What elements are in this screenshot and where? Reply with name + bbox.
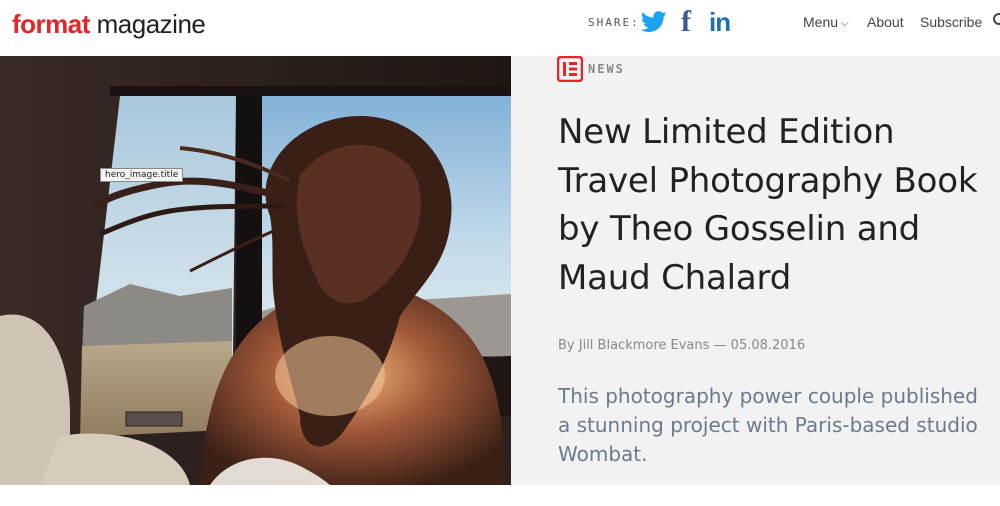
article-panel: NEWS New Limited Edition Travel Photogra…	[511, 56, 1000, 485]
share-label: SHARE:	[588, 16, 640, 29]
linkedin-share-button[interactable]: in	[709, 6, 731, 37]
article-byline: By Jill Blackmore Evans — 05.08.2016	[558, 338, 806, 353]
hero-image[interactable]: hero_image.title	[0, 56, 511, 485]
news-category-icon	[557, 56, 583, 82]
article-dek: This photography power couple published …	[558, 384, 978, 466]
nav-menu-button[interactable]: Menu ⌵	[803, 14, 849, 30]
hero-image-title-tag: hero_image.title	[100, 168, 184, 182]
facebook-share-button[interactable]: f	[681, 5, 691, 38]
hero-photo	[0, 56, 511, 485]
twitter-share-button[interactable]	[641, 8, 667, 36]
site-logo[interactable]: format magazine	[12, 9, 206, 40]
twitter-icon	[641, 11, 667, 32]
search-icon[interactable]	[991, 12, 1000, 28]
chevron-down-icon: ⌵	[841, 18, 849, 29]
category-label: NEWS	[588, 62, 625, 76]
nav-menu-label: Menu	[803, 14, 839, 30]
category-link[interactable]: NEWS	[557, 56, 625, 82]
logo-format: format	[12, 9, 90, 39]
nav-about-link[interactable]: About	[867, 14, 904, 30]
page-bottom-strip	[0, 485, 1000, 506]
nav-subscribe-link[interactable]: Subscribe	[920, 14, 982, 30]
site-header: format magazine SHARE: f in Menu ⌵ About …	[0, 0, 1000, 56]
linkedin-icon: in	[709, 6, 731, 37]
logo-magazine: magazine	[89, 9, 206, 39]
facebook-icon: f	[681, 5, 691, 38]
article-title[interactable]: New Limited Edition Travel Photography B…	[558, 108, 978, 302]
